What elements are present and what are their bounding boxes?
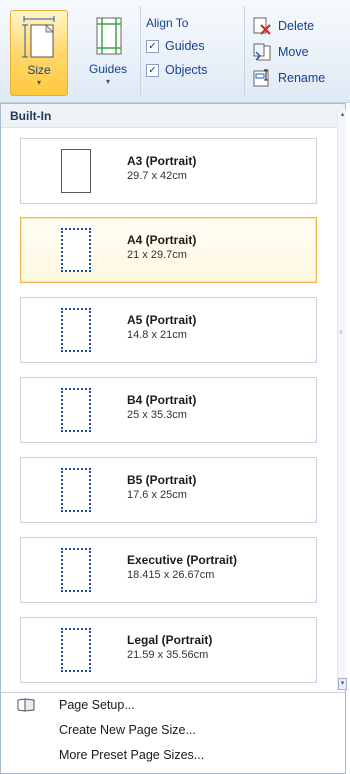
move-label: Move: [278, 45, 309, 59]
page-size-name: Legal (Portrait): [127, 633, 213, 647]
page-size-dimensions: 17.6 x 25cm: [127, 489, 187, 501]
align-to-group: Align To ✓ Guides ✓ Objects: [146, 14, 238, 82]
page-thumbnail: [61, 228, 91, 272]
delete-button[interactable]: Delete: [252, 13, 348, 39]
scroll-grip-icon[interactable]: ≡: [339, 330, 345, 336]
move-button[interactable]: Move: [252, 39, 348, 65]
guides-checkbox-label: Guides: [165, 39, 205, 53]
built-in-header: Built-In: [1, 104, 345, 128]
chevron-down-icon: ▾: [105, 77, 110, 86]
page-size-name: B4 (Portrait): [127, 393, 197, 407]
page-size-dimensions: 21.59 x 35.56cm: [127, 649, 209, 661]
delete-page-icon: [253, 17, 271, 35]
page-setup-label: Page Setup...: [59, 698, 135, 712]
create-new-page-size-label: Create New Page Size...: [59, 723, 196, 737]
page-size-icon: [22, 16, 55, 58]
size-label: Size: [27, 63, 51, 77]
page-thumbnail: [61, 388, 91, 432]
ribbon-separator: [140, 6, 141, 96]
page-size-item-b4[interactable]: B4 (Portrait) 25 x 35.3cm: [20, 377, 317, 443]
page-size-dropdown: Built-In A3 (Portrait) 29.7 x 42cm A4 (P…: [0, 103, 347, 774]
more-preset-page-sizes-label: More Preset Page Sizes...: [59, 748, 205, 762]
more-preset-page-sizes-menu-item[interactable]: More Preset Page Sizes...: [1, 743, 345, 768]
objects-checkbox-row[interactable]: ✓ Objects: [146, 58, 238, 82]
page-thumbnail: [61, 628, 91, 672]
create-new-page-size-menu-item[interactable]: Create New Page Size...: [1, 718, 345, 743]
guides-checkbox-row[interactable]: ✓ Guides: [146, 34, 238, 58]
page-size-item-a3[interactable]: A3 (Portrait) 29.7 x 42cm: [20, 138, 317, 204]
page-thumbnail: [61, 308, 91, 352]
page-actions-group: Delete Move Rename: [252, 13, 348, 91]
chevron-down-icon: ▾: [36, 78, 41, 87]
guides-icon: [96, 17, 122, 55]
page-setup-icon: [17, 698, 35, 712]
page-size-item-a4[interactable]: A4 (Portrait) 21 x 29.7cm: [20, 217, 317, 283]
guides-button[interactable]: Guides ▾: [80, 10, 136, 96]
page-thumbnail: [61, 548, 91, 592]
rename-button[interactable]: Rename: [252, 65, 348, 91]
page-size-name: B5 (Portrait): [127, 473, 197, 487]
page-setup-menu-item[interactable]: Page Setup...: [1, 693, 345, 718]
page-size-name: A5 (Portrait): [127, 313, 197, 327]
page-size-item-legal[interactable]: Legal (Portrait) 21.59 x 35.56cm: [20, 617, 317, 683]
rename-label: Rename: [278, 71, 326, 85]
page-size-item-b5[interactable]: B5 (Portrait) 17.6 x 25cm: [20, 457, 317, 523]
ribbon: Size ▾ Guides ▾ Align To ✓ Guides ✓ Obje…: [0, 0, 350, 103]
dropdown-menu: Page Setup... Create New Page Size... Mo…: [1, 692, 345, 768]
page-thumbnail: [61, 149, 91, 193]
guides-label: Guides: [88, 62, 128, 76]
size-button[interactable]: Size ▾: [10, 10, 68, 96]
gallery-scrollbar[interactable]: ▴ ≡ ▾: [337, 110, 347, 690]
guides-checkbox[interactable]: ✓: [146, 39, 159, 53]
page-size-dimensions: 18.415 x 26.67cm: [127, 569, 215, 581]
page-size-dimensions: 25 x 35.3cm: [127, 409, 187, 421]
page-size-dimensions: 29.7 x 42cm: [127, 170, 187, 182]
page-size-name: A3 (Portrait): [127, 154, 197, 168]
objects-checkbox-label: Objects: [165, 63, 208, 77]
page-size-gallery: A3 (Portrait) 29.7 x 42cm A4 (Portrait) …: [1, 128, 335, 694]
ribbon-separator: [244, 6, 245, 96]
page-size-dimensions: 21 x 29.7cm: [127, 249, 187, 261]
page-size-name: A4 (Portrait): [127, 233, 197, 247]
objects-checkbox[interactable]: ✓: [146, 63, 159, 77]
delete-label: Delete: [278, 19, 315, 33]
scroll-up-icon[interactable]: ▴: [338, 110, 347, 122]
page-size-item-a5[interactable]: A5 (Portrait) 14.8 x 21cm: [20, 297, 317, 363]
rename-page-icon: [253, 69, 269, 87]
move-page-icon: [253, 43, 271, 61]
scroll-down-icon[interactable]: ▾: [338, 678, 347, 690]
page-size-item-executive[interactable]: Executive (Portrait) 18.415 x 26.67cm: [20, 537, 317, 603]
page-size-dimensions: 14.8 x 21cm: [127, 329, 187, 341]
page-size-name: Executive (Portrait): [127, 553, 238, 567]
page-thumbnail: [61, 468, 91, 512]
align-to-label: Align To: [146, 16, 189, 30]
